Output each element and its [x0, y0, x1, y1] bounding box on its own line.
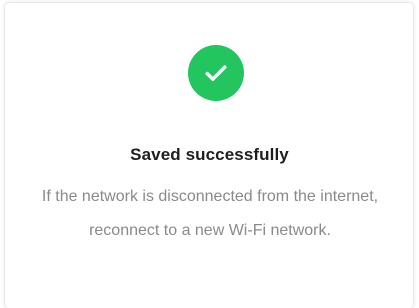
screen: Saved successfully If the network is dis… — [0, 0, 419, 308]
dialog-message: If the network is disconnected from the … — [41, 188, 379, 239]
dialog-title: Saved successfully — [130, 145, 289, 164]
check-circle-icon — [188, 45, 244, 101]
